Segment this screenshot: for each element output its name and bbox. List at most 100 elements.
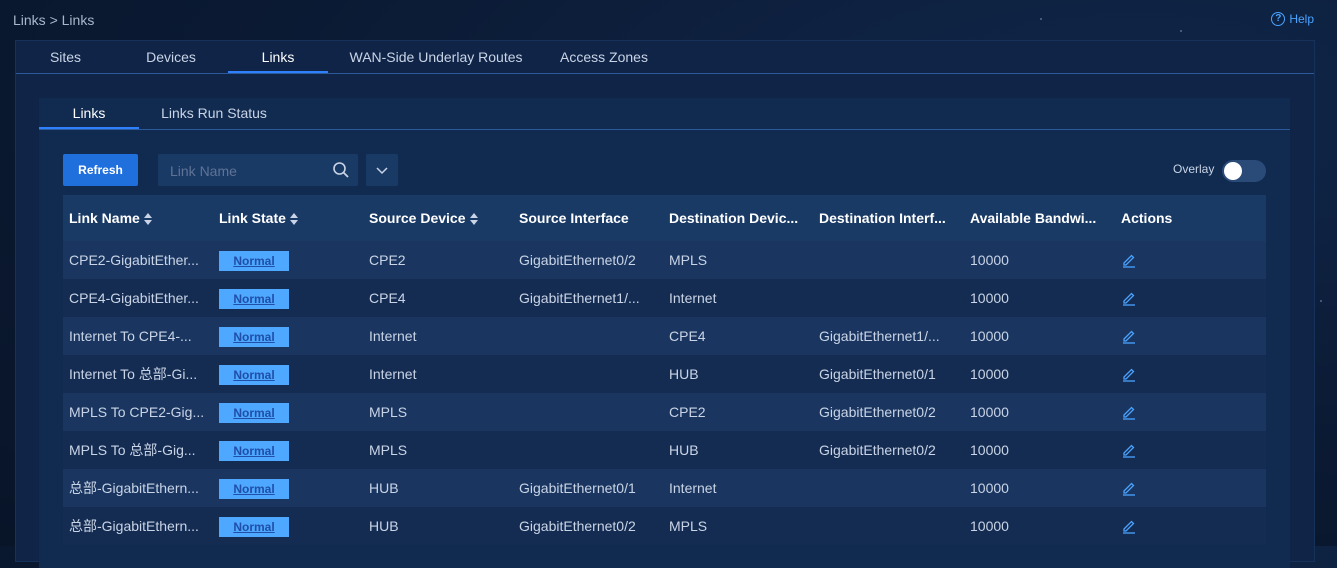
- cell-actions: [1121, 393, 1221, 431]
- main-panel: Sites Devices Links WAN-Side Underlay Ro…: [15, 40, 1315, 568]
- cell-destination-interface: GigabitEthernet0/1: [819, 366, 936, 382]
- cell-destination-interface: GigabitEthernet0/2: [819, 442, 936, 458]
- edit-icon[interactable]: [1121, 480, 1137, 496]
- cell-link-name: Internet To 总部-Gi...: [69, 366, 198, 382]
- cell-source-device: CPE2: [369, 252, 406, 268]
- cell-destination-interface: GigabitEthernet1/...: [819, 328, 940, 344]
- col-link-state[interactable]: Link State: [219, 195, 359, 241]
- cell-source-interface: [519, 431, 661, 469]
- cell-actions: [1121, 317, 1221, 355]
- cell-destination-device: MPLS: [669, 252, 708, 268]
- cell-actions: [1121, 279, 1221, 317]
- sort-icon[interactable]: [143, 212, 152, 226]
- edit-icon[interactable]: [1121, 290, 1137, 306]
- cell-source-device: HUB: [369, 480, 399, 496]
- col-source-device[interactable]: Source Device: [369, 195, 509, 241]
- cell-actions: [1121, 241, 1221, 279]
- col-destination-interface: Destination Interf...: [819, 210, 946, 226]
- link-name-search-input[interactable]: [168, 154, 332, 188]
- edit-icon[interactable]: [1121, 328, 1137, 344]
- cell-link-name: MPLS To 总部-Gig...: [69, 442, 196, 458]
- cell-destination-device: HUB: [669, 442, 699, 458]
- edit-icon[interactable]: [1121, 252, 1137, 268]
- sort-icon[interactable]: [469, 212, 478, 226]
- edit-icon[interactable]: [1121, 442, 1137, 458]
- background-star: [1040, 18, 1042, 20]
- cell-available-bandwidth: 10000: [970, 518, 1009, 534]
- cell-link-state: Normal: [219, 317, 359, 355]
- status-badge[interactable]: Normal: [219, 251, 289, 272]
- filter-dropdown-button[interactable]: [366, 154, 398, 186]
- status-badge[interactable]: Normal: [219, 517, 289, 538]
- status-badge[interactable]: Normal: [219, 441, 289, 462]
- col-source-interface: Source Interface: [519, 210, 629, 226]
- tab-sites[interactable]: Sites: [39, 41, 92, 73]
- status-badge[interactable]: Normal: [219, 365, 289, 386]
- cell-link-state: Normal: [219, 393, 359, 431]
- tab-access-zones[interactable]: Access Zones: [554, 41, 654, 73]
- subtab-links-run-status[interactable]: Links Run Status: [154, 98, 274, 129]
- cell-source-interface: [519, 393, 661, 431]
- cell-source-interface: [519, 355, 661, 393]
- table-row[interactable]: Internet To 总部-Gi... Normal Internet HUB Gig…: [63, 355, 1266, 393]
- subtab-links[interactable]: Links: [39, 98, 139, 129]
- status-badge[interactable]: Normal: [219, 289, 289, 310]
- cell-link-name: 总部-GigabitEthern...: [69, 480, 199, 496]
- cell-destination-device: Internet: [669, 480, 717, 496]
- cell-actions: [1121, 469, 1221, 507]
- edit-icon[interactable]: [1121, 518, 1137, 534]
- cell-available-bandwidth: 10000: [970, 252, 1009, 268]
- table-row[interactable]: MPLS To CPE2-Gig... Normal MPLS CPE2 Gigabit…: [63, 393, 1266, 431]
- table-row[interactable]: 总部-GigabitEthern... Normal HUB GigabitEther…: [63, 507, 1266, 545]
- table-body: CPE2-GigabitEther... Normal CPE2 GigabitEth…: [63, 241, 1266, 545]
- cell-destination-interface: GigabitEthernet0/2: [819, 404, 936, 420]
- search-icon[interactable]: [332, 161, 350, 179]
- table-row[interactable]: CPE2-GigabitEther... Normal CPE2 GigabitEth…: [63, 241, 1266, 279]
- cell-available-bandwidth: 10000: [970, 404, 1009, 420]
- cell-destination-device: HUB: [669, 366, 699, 382]
- cell-source-interface: GigabitEthernet0/2: [519, 518, 636, 534]
- cell-available-bandwidth: 10000: [970, 290, 1009, 306]
- table-row[interactable]: CPE4-GigabitEther... Normal CPE4 GigabitEth…: [63, 279, 1266, 317]
- overlay-toggle[interactable]: [1222, 160, 1266, 182]
- links-table: Link Name Link State Source Device Sourc…: [63, 195, 1266, 545]
- question-circle-icon: ?: [1271, 12, 1286, 26]
- edit-icon[interactable]: [1121, 404, 1137, 420]
- cell-source-device: MPLS: [369, 442, 408, 458]
- cell-link-state: Normal: [219, 355, 359, 393]
- table-row[interactable]: MPLS To 总部-Gig... Normal MPLS HUB GigabitEth…: [63, 431, 1266, 469]
- cell-destination-interface: [819, 279, 954, 317]
- toggle-knob: [1224, 162, 1242, 180]
- table-row[interactable]: Internet To CPE4-... Normal Internet CPE4 Gi…: [63, 317, 1266, 355]
- edit-icon[interactable]: [1121, 366, 1137, 382]
- cell-destination-device: MPLS: [669, 518, 708, 534]
- refresh-button[interactable]: Refresh: [63, 154, 138, 186]
- cell-source-device: Internet: [369, 366, 417, 382]
- tab-wan-side-underlay-routes[interactable]: WAN-Side Underlay Routes: [346, 41, 526, 73]
- background-star: [1180, 30, 1182, 32]
- status-badge[interactable]: Normal: [219, 327, 289, 348]
- help-link[interactable]: ? Help: [1271, 12, 1314, 26]
- cell-link-state: Normal: [219, 241, 359, 279]
- cell-source-device: MPLS: [369, 404, 408, 420]
- col-link-name[interactable]: Link Name: [69, 195, 209, 241]
- cell-source-device: CPE4: [369, 290, 406, 306]
- cell-available-bandwidth: 10000: [970, 366, 1009, 382]
- table-row[interactable]: 总部-GigabitEthern... Normal HUB GigabitEther…: [63, 469, 1266, 507]
- tab-devices[interactable]: Devices: [136, 41, 206, 73]
- sort-icon[interactable]: [289, 212, 298, 226]
- cell-available-bandwidth: 10000: [970, 442, 1009, 458]
- main-tab-bar: Sites Devices Links WAN-Side Underlay Ro…: [16, 41, 1314, 74]
- col-available-bandwidth: Available Bandwi...: [970, 210, 1097, 226]
- status-badge[interactable]: Normal: [219, 479, 289, 500]
- cell-source-device: Internet: [369, 328, 417, 344]
- cell-actions: [1121, 431, 1221, 469]
- cell-available-bandwidth: 10000: [970, 328, 1009, 344]
- cell-available-bandwidth: 10000: [970, 480, 1009, 496]
- cell-link-state: Normal: [219, 469, 359, 507]
- cell-link-name: CPE2-GigabitEther...: [69, 252, 199, 268]
- cell-source-interface: GigabitEthernet0/2: [519, 252, 636, 268]
- col-actions: Actions: [1121, 210, 1173, 226]
- status-badge[interactable]: Normal: [219, 403, 289, 424]
- tab-links[interactable]: Links: [228, 41, 328, 73]
